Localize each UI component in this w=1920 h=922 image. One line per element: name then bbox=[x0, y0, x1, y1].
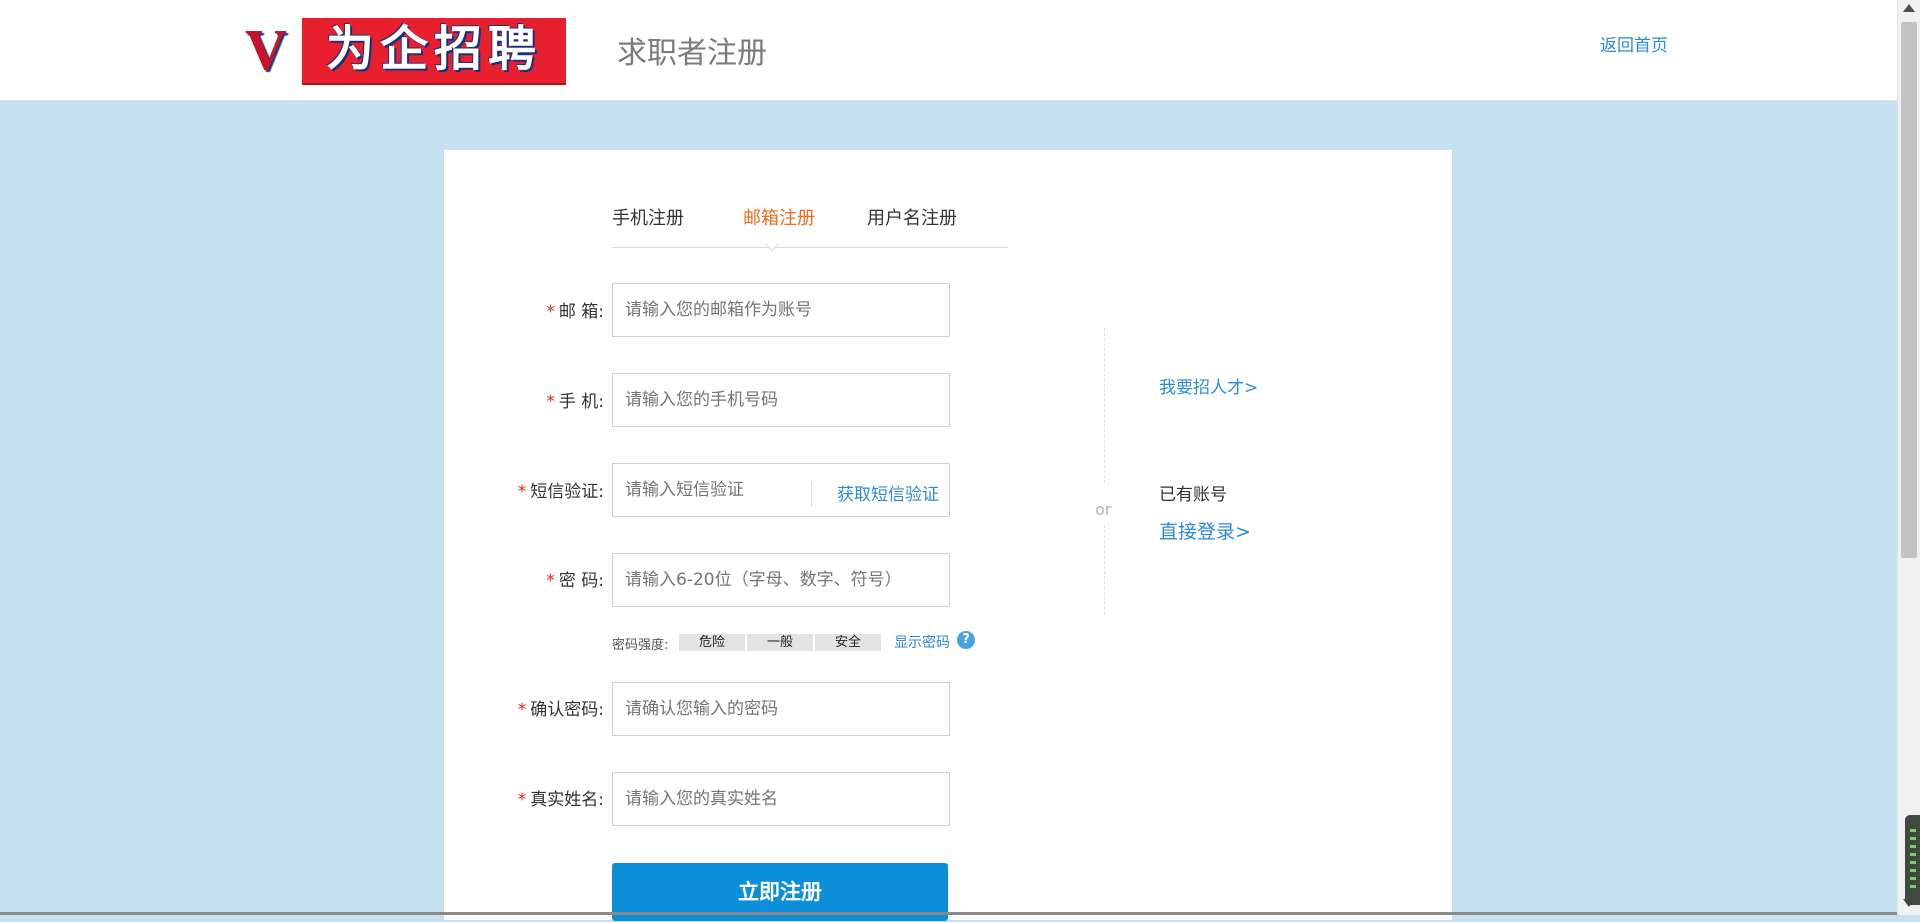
vertical-scrollbar[interactable] bbox=[1897, 0, 1920, 915]
confirm-password-field[interactable] bbox=[612, 682, 950, 736]
logo-letter: V bbox=[245, 17, 287, 82]
or-separator: or bbox=[1095, 500, 1112, 519]
confirm-password-label: * 确认密码: bbox=[444, 695, 604, 720]
email-label: * 邮 箱: bbox=[444, 297, 604, 322]
tab-username-register[interactable]: 用户名注册 bbox=[867, 204, 957, 230]
password-label: * 密 码: bbox=[444, 566, 604, 591]
register-card: 手机注册 邮箱注册 用户名注册 *邮 箱: *手 机: *短信验证: 获取短信验… bbox=[444, 150, 1452, 921]
password-strength-label: 密码强度: bbox=[612, 638, 669, 653]
recruit-talent-link[interactable]: 我要招人才> bbox=[1159, 373, 1258, 398]
required-mark: * bbox=[546, 302, 555, 322]
register-tabs: 手机注册 邮箱注册 用户名注册 bbox=[612, 200, 1008, 248]
show-password-link[interactable]: 显示密码 bbox=[894, 632, 950, 652]
phone-label: * 手 机: bbox=[444, 387, 604, 412]
sms-label: * 短信验证: bbox=[444, 477, 604, 502]
required-mark: * bbox=[546, 571, 555, 591]
phone-field[interactable] bbox=[612, 373, 950, 427]
password-field[interactable] bbox=[612, 553, 950, 607]
sms-divider bbox=[811, 481, 812, 507]
real-name-field[interactable] bbox=[612, 772, 950, 826]
header: V 为企招聘 求职者注册 返回首页 bbox=[0, 0, 1897, 101]
divider bbox=[1104, 328, 1105, 483]
scroll-up-arrow-icon[interactable] bbox=[1903, 4, 1915, 12]
strength-weak: 危险 bbox=[679, 634, 745, 651]
confirm-password-label-text: 确认密码: bbox=[530, 700, 604, 720]
logo-text: 为企招聘 bbox=[325, 21, 542, 77]
get-sms-code-button[interactable]: 获取短信验证 bbox=[837, 480, 939, 505]
tab-email-register[interactable]: 邮箱注册 bbox=[743, 204, 815, 230]
phone-label-text: 手 机: bbox=[558, 392, 604, 412]
real-name-label: * 真实姓名: bbox=[444, 785, 604, 810]
strength-strong: 安全 bbox=[815, 634, 881, 651]
real-name-label-text: 真实姓名: bbox=[530, 790, 604, 810]
required-mark: * bbox=[517, 700, 527, 720]
sms-label-text: 短信验证: bbox=[530, 482, 604, 502]
password-label-text: 密 码: bbox=[558, 571, 604, 591]
direct-login-link[interactable]: 直接登录> bbox=[1159, 517, 1251, 544]
tab-phone-register[interactable]: 手机注册 bbox=[612, 204, 684, 230]
email-label-text: 邮 箱: bbox=[558, 302, 604, 322]
back-home-link[interactable]: 返回首页 bbox=[1600, 31, 1668, 56]
has-account-text: 已有账号 bbox=[1159, 485, 1227, 505]
required-mark: * bbox=[517, 790, 527, 810]
required-mark: * bbox=[546, 392, 555, 412]
scrollbar-thumb[interactable] bbox=[1901, 22, 1917, 558]
required-mark: * bbox=[517, 482, 527, 502]
logo[interactable]: 为企招聘 bbox=[302, 18, 566, 85]
divider bbox=[1104, 525, 1105, 615]
page-title: 求职者注册 bbox=[617, 36, 767, 71]
email-field[interactable] bbox=[612, 283, 950, 337]
strength-medium: 一般 bbox=[747, 634, 813, 651]
floating-side-widget[interactable] bbox=[1905, 815, 1920, 905]
help-icon[interactable]: ? bbox=[957, 631, 975, 649]
